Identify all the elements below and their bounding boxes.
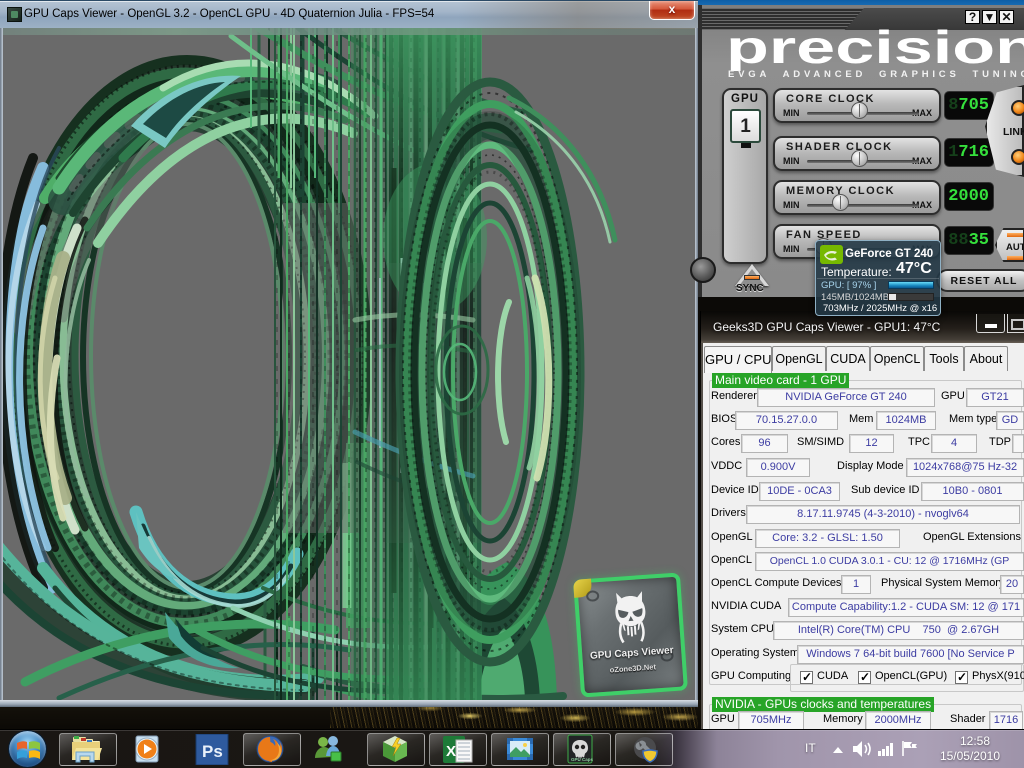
svg-text:precision: precision [726, 25, 1024, 71]
svg-text:X: X [446, 743, 456, 760]
svg-text:GPU Caps: GPU Caps [571, 757, 594, 762]
svg-text:Ps: Ps [202, 742, 223, 761]
